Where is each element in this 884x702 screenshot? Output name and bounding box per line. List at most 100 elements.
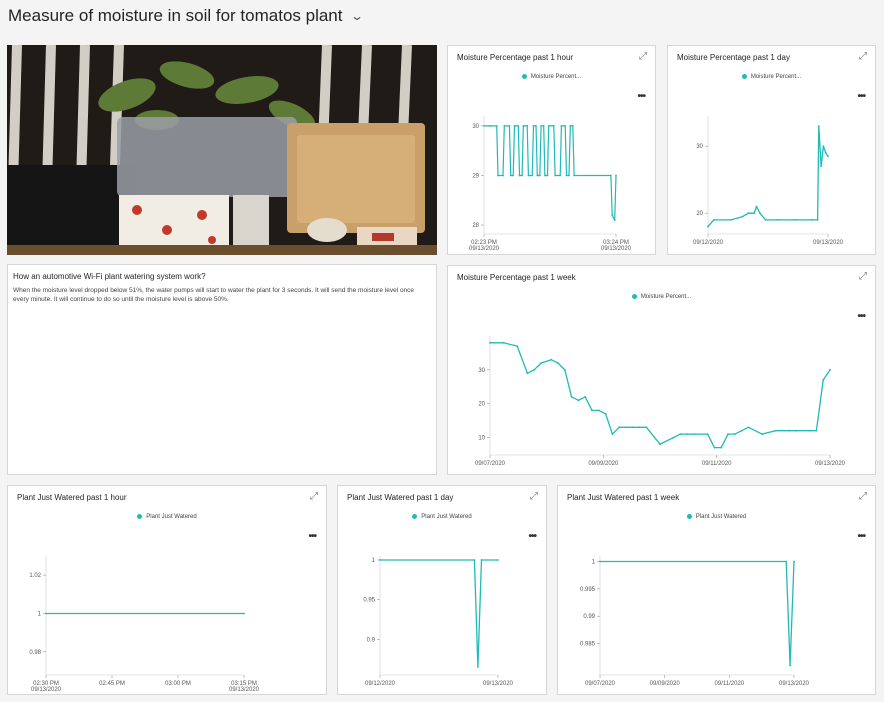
line-chart-moisture-1d: 20 30 09/12/2020 09/13/2020 [693, 116, 844, 246]
dashboard-title[interactable]: Measure of moisture in soil for tomatos … [8, 6, 365, 26]
data-point [513, 125, 516, 127]
data-point [512, 174, 515, 177]
data-point [761, 433, 763, 435]
data-point [564, 125, 567, 127]
x-tick-label: 03:00 PM [165, 681, 191, 687]
data-point [597, 409, 600, 412]
data-point [755, 205, 758, 208]
data-point [613, 219, 616, 222]
data-point [554, 174, 556, 177]
chart-tile-watered-1w[interactable]: Plant Just Watered past 1 week ⤢ Plant J… [557, 485, 876, 695]
y-tick-label: 20 [478, 402, 485, 408]
chevron-down-icon[interactable]: ⌄ [350, 9, 364, 23]
data-point [483, 125, 485, 127]
data-point [243, 612, 245, 615]
data-point [686, 433, 689, 435]
data-point [618, 426, 621, 429]
data-point [615, 174, 617, 177]
x-tick-label: 09/07/2020 [585, 681, 616, 687]
chart-tile-watered-1h[interactable]: Plant Just Watered past 1 hour ⤢ Plant J… [7, 485, 327, 695]
data-point [707, 225, 709, 228]
data-point [45, 612, 47, 615]
data-point [560, 125, 563, 127]
data-point [480, 559, 483, 561]
data-point [584, 396, 587, 398]
y-tick-label: 0.95 [363, 598, 375, 604]
data-point [516, 345, 519, 347]
data-point [532, 125, 535, 127]
data-point [740, 429, 743, 432]
line-chart-watered-1h: 0.9811.0202:30 PM09/13/202002:45 PM 03:00… [29, 556, 260, 693]
x-tick-label: 09/13/2020 [779, 681, 810, 687]
data-point [753, 212, 756, 215]
data-point [495, 125, 498, 127]
data-point [720, 446, 723, 449]
y-tick-label: 0.985 [580, 642, 596, 648]
data-point [610, 174, 612, 177]
data-point [713, 446, 716, 449]
data-point [631, 426, 634, 429]
data-point [540, 362, 542, 364]
data-point [638, 426, 641, 429]
chart-tile-watered-1d[interactable]: Plant Just Watered past 1 day ⤢ Plant Ju… [337, 485, 547, 695]
chart-tile-moisture-1d[interactable]: Moisture Percentage past 1 day ⤢ Moistur… [667, 45, 876, 255]
series-line [484, 125, 617, 221]
data-point [531, 174, 534, 177]
chart-tile-moisture-1w[interactable]: Moisture Percentage past 1 week ⤢ Moistu… [447, 265, 876, 475]
data-point [672, 436, 675, 439]
data-point [559, 174, 562, 177]
data-point [793, 219, 796, 221]
line-chart-moisture-1w: 10 20 30 09/07/2020 09/09/2020 09/11/2020 09/1… [475, 336, 846, 467]
x-tick-sublabel: 09/13/2020 [31, 687, 62, 693]
y-tick-label: 29 [472, 173, 479, 179]
y-tick-label: 1 [592, 559, 596, 565]
data-point [817, 125, 820, 127]
y-tick-label: 30 [478, 368, 485, 374]
text-tile-heading: How an automotive Wi-Fi plant watering s… [13, 272, 206, 281]
y-tick-label: 1.02 [29, 573, 41, 579]
data-point [569, 125, 572, 127]
data-point [497, 559, 499, 561]
data-point [557, 362, 559, 364]
data-point [789, 664, 791, 667]
data-point [550, 358, 553, 361]
y-tick-label: 0.995 [580, 587, 596, 593]
data-point [503, 125, 506, 127]
data-point [808, 429, 811, 432]
data-point [473, 559, 476, 561]
data-point [733, 433, 736, 435]
data-point [730, 219, 732, 221]
data-point [517, 125, 520, 127]
text-tile: How an automotive Wi-Fi plant watering s… [7, 264, 437, 475]
data-point [536, 174, 539, 177]
dashboard-title-text: Measure of moisture in soil for tomatos … [8, 6, 343, 25]
x-tick-label: 09/13/2020 [815, 461, 846, 467]
data-point [759, 212, 761, 215]
data-point [822, 145, 825, 148]
x-tick-sublabel: 09/13/2020 [601, 246, 632, 252]
data-point [785, 560, 788, 563]
text-tile-body: When the moisture level dropped below 51… [13, 287, 415, 303]
data-point [793, 560, 795, 563]
x-tick-sublabel: 09/13/2020 [469, 246, 500, 252]
x-tick-label: 09/12/2020 [365, 681, 396, 687]
data-point [611, 214, 614, 217]
x-tick-label: 02:45 PM [99, 681, 125, 687]
data-point [547, 125, 550, 127]
y-tick-label: 20 [696, 211, 703, 217]
data-point [776, 219, 779, 221]
data-point [502, 174, 504, 177]
x-tick-sublabel: 09/13/2020 [229, 687, 260, 693]
x-tick-label: 09/13/2020 [813, 240, 844, 246]
x-tick-label: 09/11/2020 [702, 461, 732, 467]
data-point [552, 125, 555, 127]
series-line [600, 560, 795, 667]
data-point [563, 368, 566, 371]
chart-tile-moisture-1h[interactable]: Moisture Percentage past 1 hour ⤢ Moistu… [447, 45, 656, 255]
line-chart-moisture-1h: 28293002:23 PM09/13/202003:24 PM09/13/20… [469, 116, 632, 252]
y-tick-label: 1 [372, 558, 376, 564]
data-point [820, 165, 822, 168]
line-chart-watered-1w: 0.985 0.99 0.995 1 09/07/2020 09/09/2020 09/11… [580, 556, 810, 687]
data-point [599, 560, 601, 563]
series-line [380, 559, 498, 668]
